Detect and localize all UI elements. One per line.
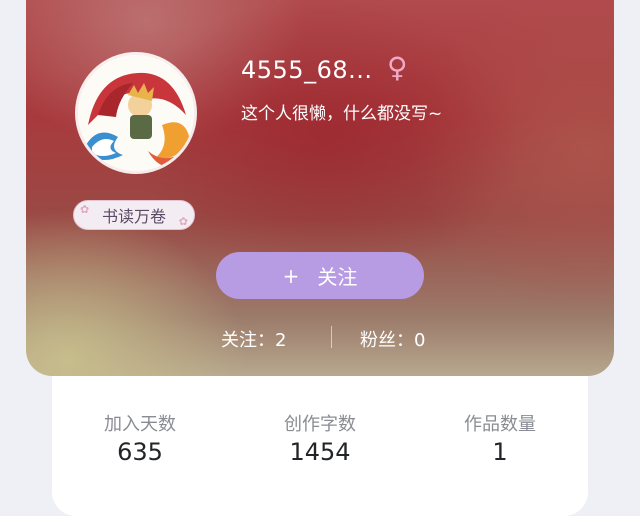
avatar[interactable] bbox=[78, 55, 194, 171]
flower-icon: ✿ bbox=[80, 203, 90, 216]
following-value: 2 bbox=[275, 330, 287, 351]
badge-label: 书读万卷 bbox=[101, 207, 166, 226]
following-label: 关注： bbox=[221, 330, 275, 351]
stat-label: 加入天数 bbox=[104, 414, 176, 435]
avatar-image bbox=[78, 55, 194, 171]
following-count[interactable]: 关注：2 bbox=[221, 326, 286, 352]
stat-value: 635 bbox=[117, 438, 163, 466]
fans-value: 0 bbox=[414, 330, 426, 351]
fans-count[interactable]: 粉丝：0 bbox=[360, 326, 425, 352]
stat-word-count: 创作字数 1454 bbox=[250, 410, 390, 466]
stat-label: 创作字数 bbox=[284, 414, 356, 435]
female-icon: ♀ bbox=[387, 51, 408, 84]
reading-badge: ✿ 书读万卷 ✿ bbox=[73, 200, 195, 230]
stat-join-days: 加入天数 635 bbox=[70, 410, 210, 466]
stat-value: 1 bbox=[492, 438, 508, 466]
fans-label: 粉丝： bbox=[360, 330, 414, 351]
username: 4555_68... bbox=[241, 56, 373, 84]
follow-button-label: 关注 bbox=[317, 265, 358, 289]
stat-value: 1454 bbox=[289, 438, 351, 466]
stat-works-count: 作品数量 1 bbox=[430, 410, 570, 466]
stat-label: 作品数量 bbox=[464, 414, 536, 435]
flower-icon: ✿ bbox=[178, 215, 188, 228]
follow-button[interactable]: + 关注 bbox=[216, 252, 424, 299]
plus-icon: + bbox=[282, 263, 300, 288]
bio-text: 这个人很懒，什么都没写~ bbox=[241, 104, 443, 124]
divider bbox=[331, 326, 332, 348]
